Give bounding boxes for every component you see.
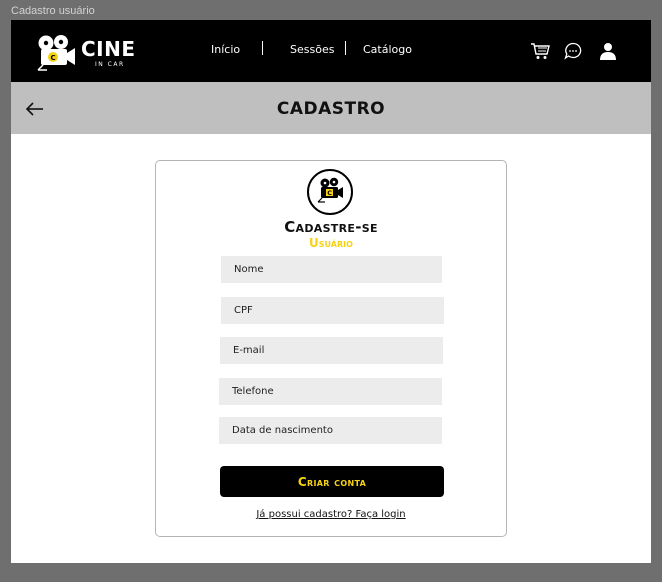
nav-link-sessoes[interactable]: Sessões [290, 43, 334, 56]
brand-tagline: IN CAR [95, 61, 125, 68]
form-heading: Cadastre-se [284, 218, 378, 236]
chat-icon[interactable] [564, 42, 582, 60]
brand-logo[interactable]: C CINE IN CAR [35, 34, 135, 72]
signup-card: C Cadastre-se Usuário Criar conta Já pos… [155, 160, 507, 537]
svg-text:C: C [51, 54, 56, 62]
nav-link-inicio[interactable]: Início [211, 43, 240, 56]
login-link[interactable]: Já possui cadastro? Faça login [156, 509, 506, 520]
create-account-button[interactable]: Criar conta [220, 466, 444, 497]
brand-name: CINE [81, 37, 136, 61]
svg-text:C: C [327, 189, 332, 197]
page-header: CADASTRO [11, 82, 651, 134]
nav-link-catalogo[interactable]: Catálogo [363, 43, 412, 56]
nav-divider [262, 41, 263, 55]
app-window: C CINE IN CAR Início Sessões Catálogo CA… [11, 20, 651, 563]
email-field[interactable] [220, 337, 443, 364]
phone-field[interactable] [219, 378, 442, 405]
birthdate-field[interactable] [219, 417, 442, 444]
cart-icon[interactable] [530, 42, 550, 60]
page-title: CADASTRO [276, 99, 386, 119]
name-field[interactable] [221, 256, 442, 283]
user-icon[interactable] [599, 42, 617, 60]
top-navbar: C CINE IN CAR Início Sessões Catálogo [11, 20, 651, 82]
camera-logo-icon: C [307, 169, 353, 215]
frame-label: Cadastro usuário [11, 5, 95, 17]
cpf-field[interactable] [221, 297, 444, 324]
form-subheading: Usuário [309, 236, 353, 250]
nav-divider [345, 41, 346, 55]
film-camera-icon: C [37, 35, 75, 71]
